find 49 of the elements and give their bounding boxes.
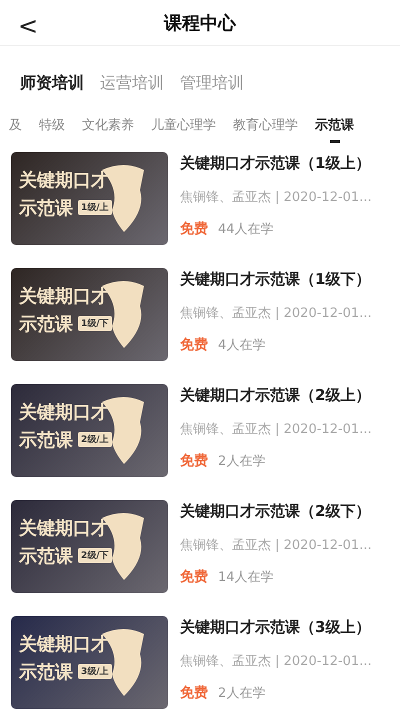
course-title[interactable]: 关键期口才示范课（2级上） <box>180 386 372 420</box>
cover-text: 关键期口才 <box>19 400 110 424</box>
learner-count: 44人在学 <box>218 221 274 238</box>
learner-count: 2人在学 <box>218 453 266 470</box>
cover-text: 关键期口才 <box>19 284 110 308</box>
level-badge: 2级/下 <box>78 548 112 563</box>
subcategory-tab[interactable]: 及 <box>9 114 22 145</box>
category-tab[interactable]: 师资培训 <box>20 71 84 96</box>
course-meta: 焦锎锋、孟亚杰 | 2020-12-01... <box>180 653 372 671</box>
learner-count: 14人在学 <box>218 569 274 586</box>
price-label: 免费 <box>180 220 208 238</box>
subcategory-tab[interactable]: 示范课 <box>315 114 354 145</box>
cover-text: 示范课 <box>19 312 73 336</box>
course-meta: 焦锎锋、孟亚杰 | 2020-12-01... <box>180 537 372 555</box>
course-meta: 焦锎锋、孟亚杰 | 2020-12-01... <box>180 189 372 207</box>
subcategory-tab[interactable]: 文化素养 <box>82 114 134 145</box>
learner-count: 4人在学 <box>218 337 266 354</box>
level-badge: 3级/上 <box>78 664 112 679</box>
cover-text: 示范课 <box>19 428 73 452</box>
subcategory-tab[interactable]: 教育心理学 <box>233 114 298 145</box>
price-label: 免费 <box>180 336 208 354</box>
subcategory-tab[interactable]: 儿童心理学 <box>151 114 216 145</box>
course-cover[interactable]: 关键期口才 示范课 1级/下 <box>11 268 168 361</box>
cover-text: 关键期口才 <box>19 632 110 656</box>
level-badge: 2级/上 <box>78 432 112 447</box>
cover-text: 示范课 <box>19 660 73 684</box>
cover-text: 示范课 <box>19 196 73 220</box>
course-title[interactable]: 关键期口才示范课（2级下） <box>180 502 372 536</box>
price-label: 免费 <box>180 568 208 586</box>
cover-text: 关键期口才 <box>19 168 110 192</box>
back-button[interactable]: < <box>14 12 42 40</box>
course-cover[interactable]: 关键期口才 示范课 3级/上 <box>11 616 168 709</box>
cover-text: 关键期口才 <box>19 516 110 540</box>
cover-text: 示范课 <box>19 544 73 568</box>
level-badge: 1级/上 <box>78 200 112 215</box>
course-cover[interactable]: 关键期口才 示范课 2级/上 <box>11 384 168 477</box>
course-title[interactable]: 关键期口才示范课（1级上） <box>180 154 372 188</box>
course-meta: 焦锎锋、孟亚杰 | 2020-12-01... <box>180 305 372 323</box>
course-cover[interactable]: 关键期口才 示范课 1级/上 <box>11 152 168 245</box>
course-meta: 焦锎锋、孟亚杰 | 2020-12-01... <box>180 421 372 439</box>
price-label: 免费 <box>180 452 208 470</box>
level-badge: 1级/下 <box>78 316 112 331</box>
learner-count: 2人在学 <box>218 685 266 702</box>
subcategory-tab[interactable]: 特级 <box>39 114 65 145</box>
course-title[interactable]: 关键期口才示范课（3级上） <box>180 618 372 652</box>
page-title: 课程中心 <box>164 12 236 35</box>
price-label: 免费 <box>180 684 208 702</box>
course-title[interactable]: 关键期口才示范课（1级下） <box>180 270 372 304</box>
course-cover[interactable]: 关键期口才 示范课 2级/下 <box>11 500 168 593</box>
